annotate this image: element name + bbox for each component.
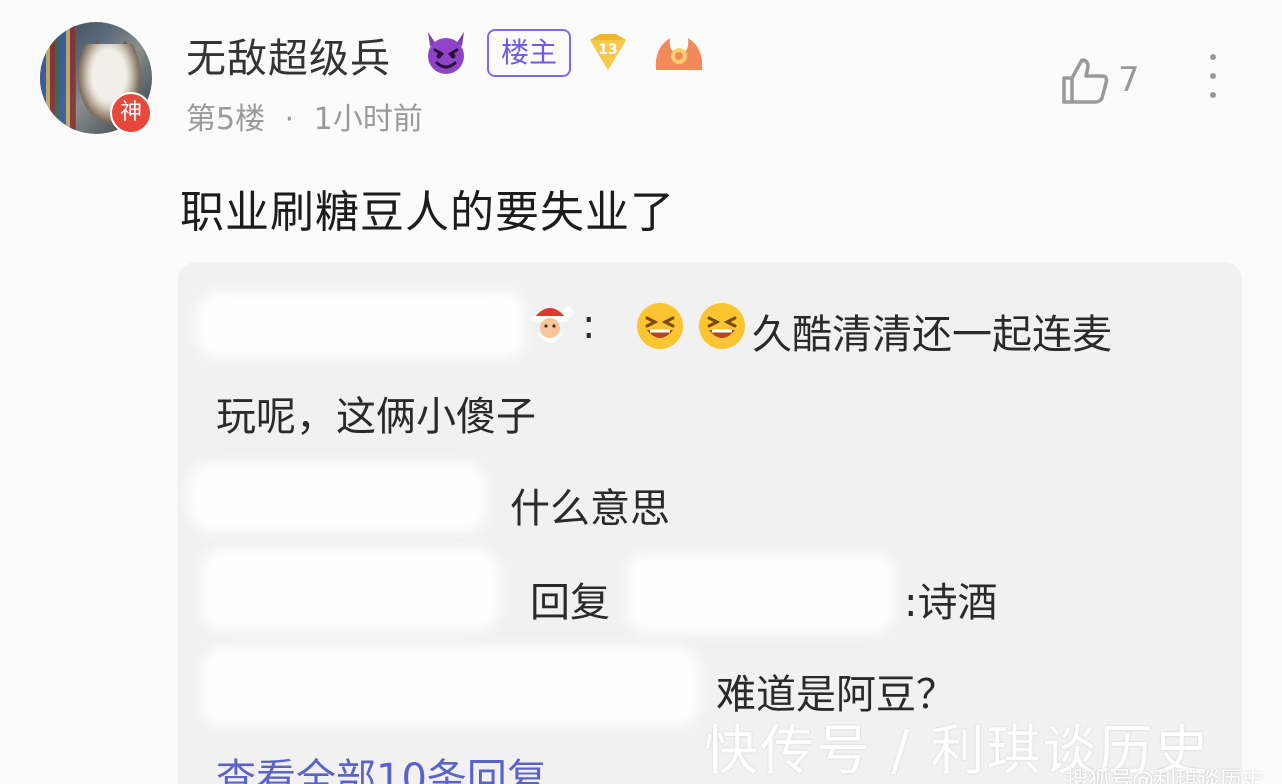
reply-text-continued: 玩呢，这俩小傻子 [216, 394, 536, 440]
floor-number: 第5楼 [186, 102, 266, 137]
floor-time-line: 第5楼 · 1小时前 [186, 94, 423, 138]
comment-card: 神 无敌超级兵 楼主 13 第5楼 · 1小时前 7 职业刷糖豆人的要失业了:… [0, 0, 1282, 784]
separator: · [284, 102, 295, 137]
devil-icon [428, 32, 464, 74]
grin-emoji [699, 303, 745, 349]
reply-text: 久酷清清还一起连麦 [752, 312, 1112, 358]
blurred-username [200, 646, 700, 728]
blurred-username [188, 462, 488, 532]
reply-prefix: 回复 [530, 580, 610, 626]
grin-emoji [637, 303, 683, 349]
bookshelf-background [40, 22, 76, 134]
level-number: 13 [598, 42, 617, 58]
view-all-replies-link[interactable]: 查看全部10条回复 [216, 746, 547, 784]
reply-colon: : [582, 302, 596, 348]
avatar-badge: 神 [110, 92, 152, 134]
blurred-reply-target [626, 552, 896, 634]
post-text: 职业刷糖豆人的要失业了 [180, 187, 675, 238]
like-count: 7 [1118, 60, 1140, 100]
watermark-sub: 搜狐号@利琪谈历史 [1066, 768, 1265, 784]
owner-tag: 楼主 [487, 29, 571, 77]
username[interactable]: 无敌超级兵 [186, 26, 391, 84]
crown-level-icon: 13 [590, 34, 626, 70]
thumbs-up-icon[interactable] [1058, 54, 1112, 108]
post-time: 1小时前 [313, 102, 423, 137]
santa-emoji [532, 307, 573, 343]
reply-text: 什么意思 [510, 486, 670, 532]
fire-badge-icon [655, 38, 703, 70]
reply-suffix: :诗酒 [904, 580, 998, 626]
more-vertical-icon[interactable] [1206, 54, 1220, 106]
blurred-username [196, 290, 526, 360]
blurred-username [200, 548, 500, 632]
